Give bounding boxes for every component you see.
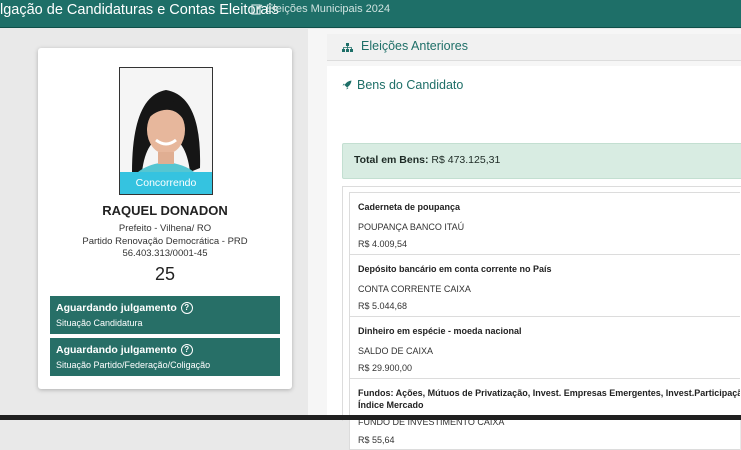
assets-card: Bens do Candidato Total em Bens: R$ 473.… (327, 66, 741, 450)
edit-icon (251, 4, 263, 15)
status-heading: Aguardando julgamento ? (56, 302, 193, 314)
help-icon[interactable]: ? (180, 302, 193, 314)
candidate-photo: Concorrendo (119, 67, 213, 195)
asset-description: CONTA CORRENTE CAIXA (358, 284, 471, 294)
candidate-number: 25 (154, 264, 176, 284)
candidate-party: Partido Renovação Democrática - PRD (82, 236, 248, 247)
candidate-cnpj: 56.403.313/0001-45 (122, 248, 208, 259)
election-subtitle: Eleições Municipais 2024 (251, 3, 390, 15)
assets-total-text: Total em Bens: R$ 473.125,31 (354, 154, 500, 166)
assets-title: Bens do Candidato (357, 78, 464, 92)
top-header-bar: lgação de Candidaturas e Contas Eleitora… (0, 0, 741, 28)
status-box-candidacy: Aguardando julgamento ? Situação Candida… (50, 296, 280, 334)
status-title: Aguardando julgamento (56, 344, 177, 356)
list-item: Fundos: Ações, Mútuos de Privatização, I… (349, 378, 740, 450)
asset-value: R$ 55,64 (358, 435, 395, 445)
asset-description: SALDO DE CAIXA (358, 346, 434, 356)
status-subtitle: Situação Partido/Federação/Coligação (56, 360, 211, 370)
help-icon[interactable]: ? (180, 344, 193, 356)
list-item: Caderneta de poupança POUPANÇA BANCO ITA… (349, 192, 740, 256)
asset-type: Dinheiro em espécie - moeda nacional (358, 326, 522, 336)
previous-elections-tab[interactable]: Eleições Anteriores (327, 34, 741, 61)
asset-type: Caderneta de poupança (358, 202, 461, 212)
assets-total: Total em Bens: R$ 473.125,31 (342, 143, 741, 179)
status-heading: Aguardando julgamento ? (56, 344, 193, 356)
status-title: Aguardando julgamento (56, 302, 177, 314)
candidate-status-badge: Concorrendo (120, 172, 212, 194)
sitemap-icon (342, 43, 353, 52)
asset-type-continued: Índice Mercado (358, 400, 424, 410)
asset-value: R$ 4.009,54 (358, 239, 408, 249)
window-bottom-edge (0, 415, 741, 420)
candidate-card: Concorrendo RAQUEL DONADON Prefeito - Vi… (38, 48, 292, 389)
asset-type: Depósito bancário em conta corrente no P… (358, 264, 552, 274)
assets-total-label: Total em Bens: (354, 154, 429, 166)
asset-description: POUPANÇA BANCO ITAÚ (358, 222, 465, 232)
asset-type: Fundos: Ações, Mútuos de Privatização, I… (358, 388, 740, 398)
assets-list: Caderneta de poupança POUPANÇA BANCO ITA… (342, 186, 741, 450)
asset-value: R$ 29.900,00 (358, 363, 413, 373)
page-title: lgação de Candidaturas e Contas Eleitora… (0, 2, 279, 18)
list-item: Depósito bancário em conta corrente no P… (349, 254, 740, 318)
rocket-icon (342, 80, 352, 90)
right-column: Eleições Anteriores Bens do Candidato To… (308, 29, 741, 450)
assets-total-value: R$ 473.125,31 (431, 154, 501, 166)
election-subtitle-text: Eleições Municipais 2024 (266, 3, 391, 15)
list-item: Dinheiro em espécie - moeda nacional SAL… (349, 316, 740, 380)
status-subtitle: Situação Candidatura (56, 318, 143, 328)
candidate-office: Prefeito - Vilhena/ RO (118, 223, 212, 234)
status-box-party: Aguardando julgamento ? Situação Partido… (50, 338, 280, 376)
candidate-name: RAQUEL DONADON (102, 203, 228, 218)
previous-elections-label: Eleições Anteriores (361, 39, 469, 53)
asset-value: R$ 5.044,68 (358, 301, 408, 311)
